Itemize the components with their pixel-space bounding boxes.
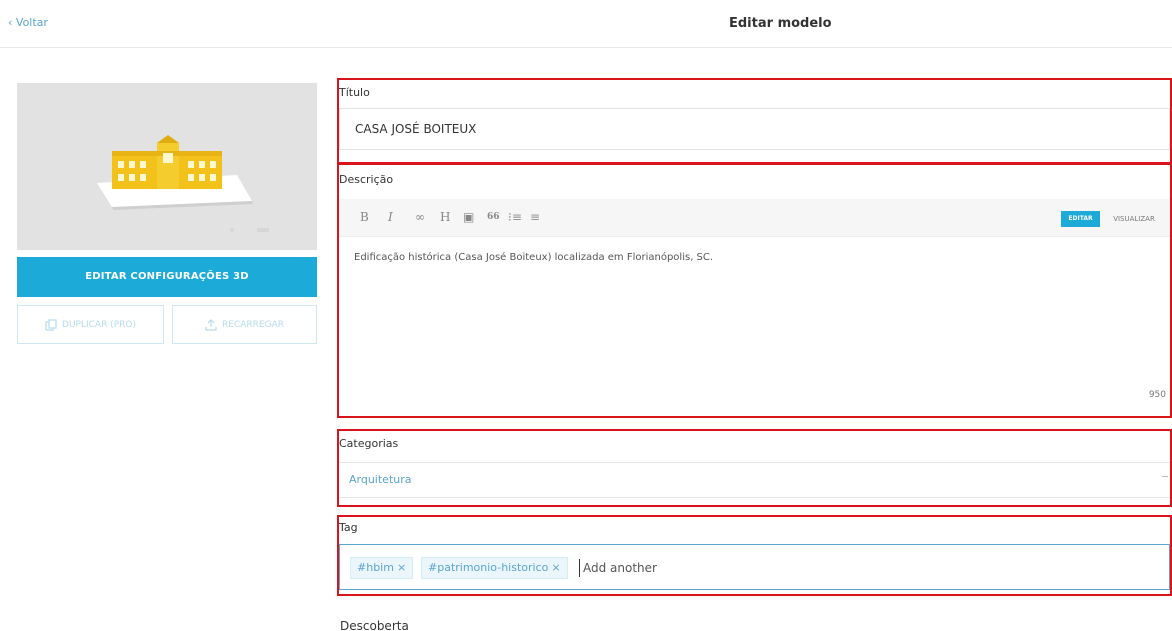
title-value: CASA JOSÉ BOITEUX <box>355 122 477 136</box>
remove-tag-icon[interactable]: × <box>551 561 560 574</box>
tag-label: Tag <box>339 521 358 534</box>
duplicate-label: DUPLICAR (PRO) <box>62 319 136 330</box>
tag-chip: #patrimonio-historico × <box>421 557 568 579</box>
categories-label: Categorias <box>339 437 399 450</box>
description-label: Descrição <box>339 173 394 186</box>
top-bar: ‹ Voltar Editar modelo <box>0 0 1172 48</box>
reload-label: RECARREGAR <box>222 319 284 330</box>
link-icon[interactable]: ∞ <box>415 210 425 224</box>
description-text: Edificação histórica (Casa José Boiteux)… <box>354 252 714 263</box>
tab-preview[interactable]: VISUALIZAR <box>1103 211 1165 227</box>
model-thumbnail[interactable] <box>17 83 317 250</box>
tag-chip-label: #patrimonio-historico <box>428 561 549 574</box>
italic-icon[interactable]: I <box>388 210 393 224</box>
title-field[interactable]: CASA JOSÉ BOITEUX <box>339 108 1170 150</box>
tab-edit[interactable]: EDITAR <box>1061 211 1100 227</box>
bullet-list-icon[interactable]: ≡ <box>530 210 540 224</box>
title-label: Título <box>339 86 370 99</box>
bold-icon[interactable]: B <box>360 210 369 224</box>
description-editor[interactable]: Edificação histórica (Casa José Boiteux)… <box>339 238 1170 414</box>
upload-icon <box>205 318 217 331</box>
tag-chip: #hbim × <box>350 557 414 579</box>
category-select[interactable]: Arquitetura <box>339 462 1170 498</box>
char-count: 950 <box>1148 390 1166 400</box>
page-title: Editar modelo <box>729 16 832 31</box>
tag-chip-label: #hbim <box>357 561 394 574</box>
ordered-list-icon[interactable]: ⁝≡ <box>508 210 522 224</box>
editor-toolbar: B I ∞ H ▣ 66 ⁝≡ ≡ EDITAR VISUALIZAR <box>339 199 1170 237</box>
heading-icon[interactable]: H <box>440 210 450 224</box>
duplicate-button[interactable]: DUPLICAR (PRO) <box>17 305 164 344</box>
dropdown-caret-icon <box>1162 476 1168 479</box>
copy-icon <box>45 318 57 331</box>
tag-field[interactable]: #hbim × #patrimonio-historico × <box>339 544 1170 590</box>
building-model-icon <box>97 135 269 232</box>
tag-input[interactable] <box>579 559 779 577</box>
reload-button[interactable]: RECARREGAR <box>172 305 317 344</box>
category-value: Arquitetura <box>349 473 412 486</box>
remove-tag-icon[interactable]: × <box>397 561 406 574</box>
quote-icon[interactable]: 66 <box>487 212 500 222</box>
image-icon[interactable]: ▣ <box>463 210 474 224</box>
edit-3d-settings-button[interactable]: EDITAR CONFIGURAÇÕES 3D <box>17 257 317 297</box>
back-link[interactable]: ‹ Voltar <box>8 16 48 29</box>
discovery-heading: Descoberta <box>340 619 409 631</box>
